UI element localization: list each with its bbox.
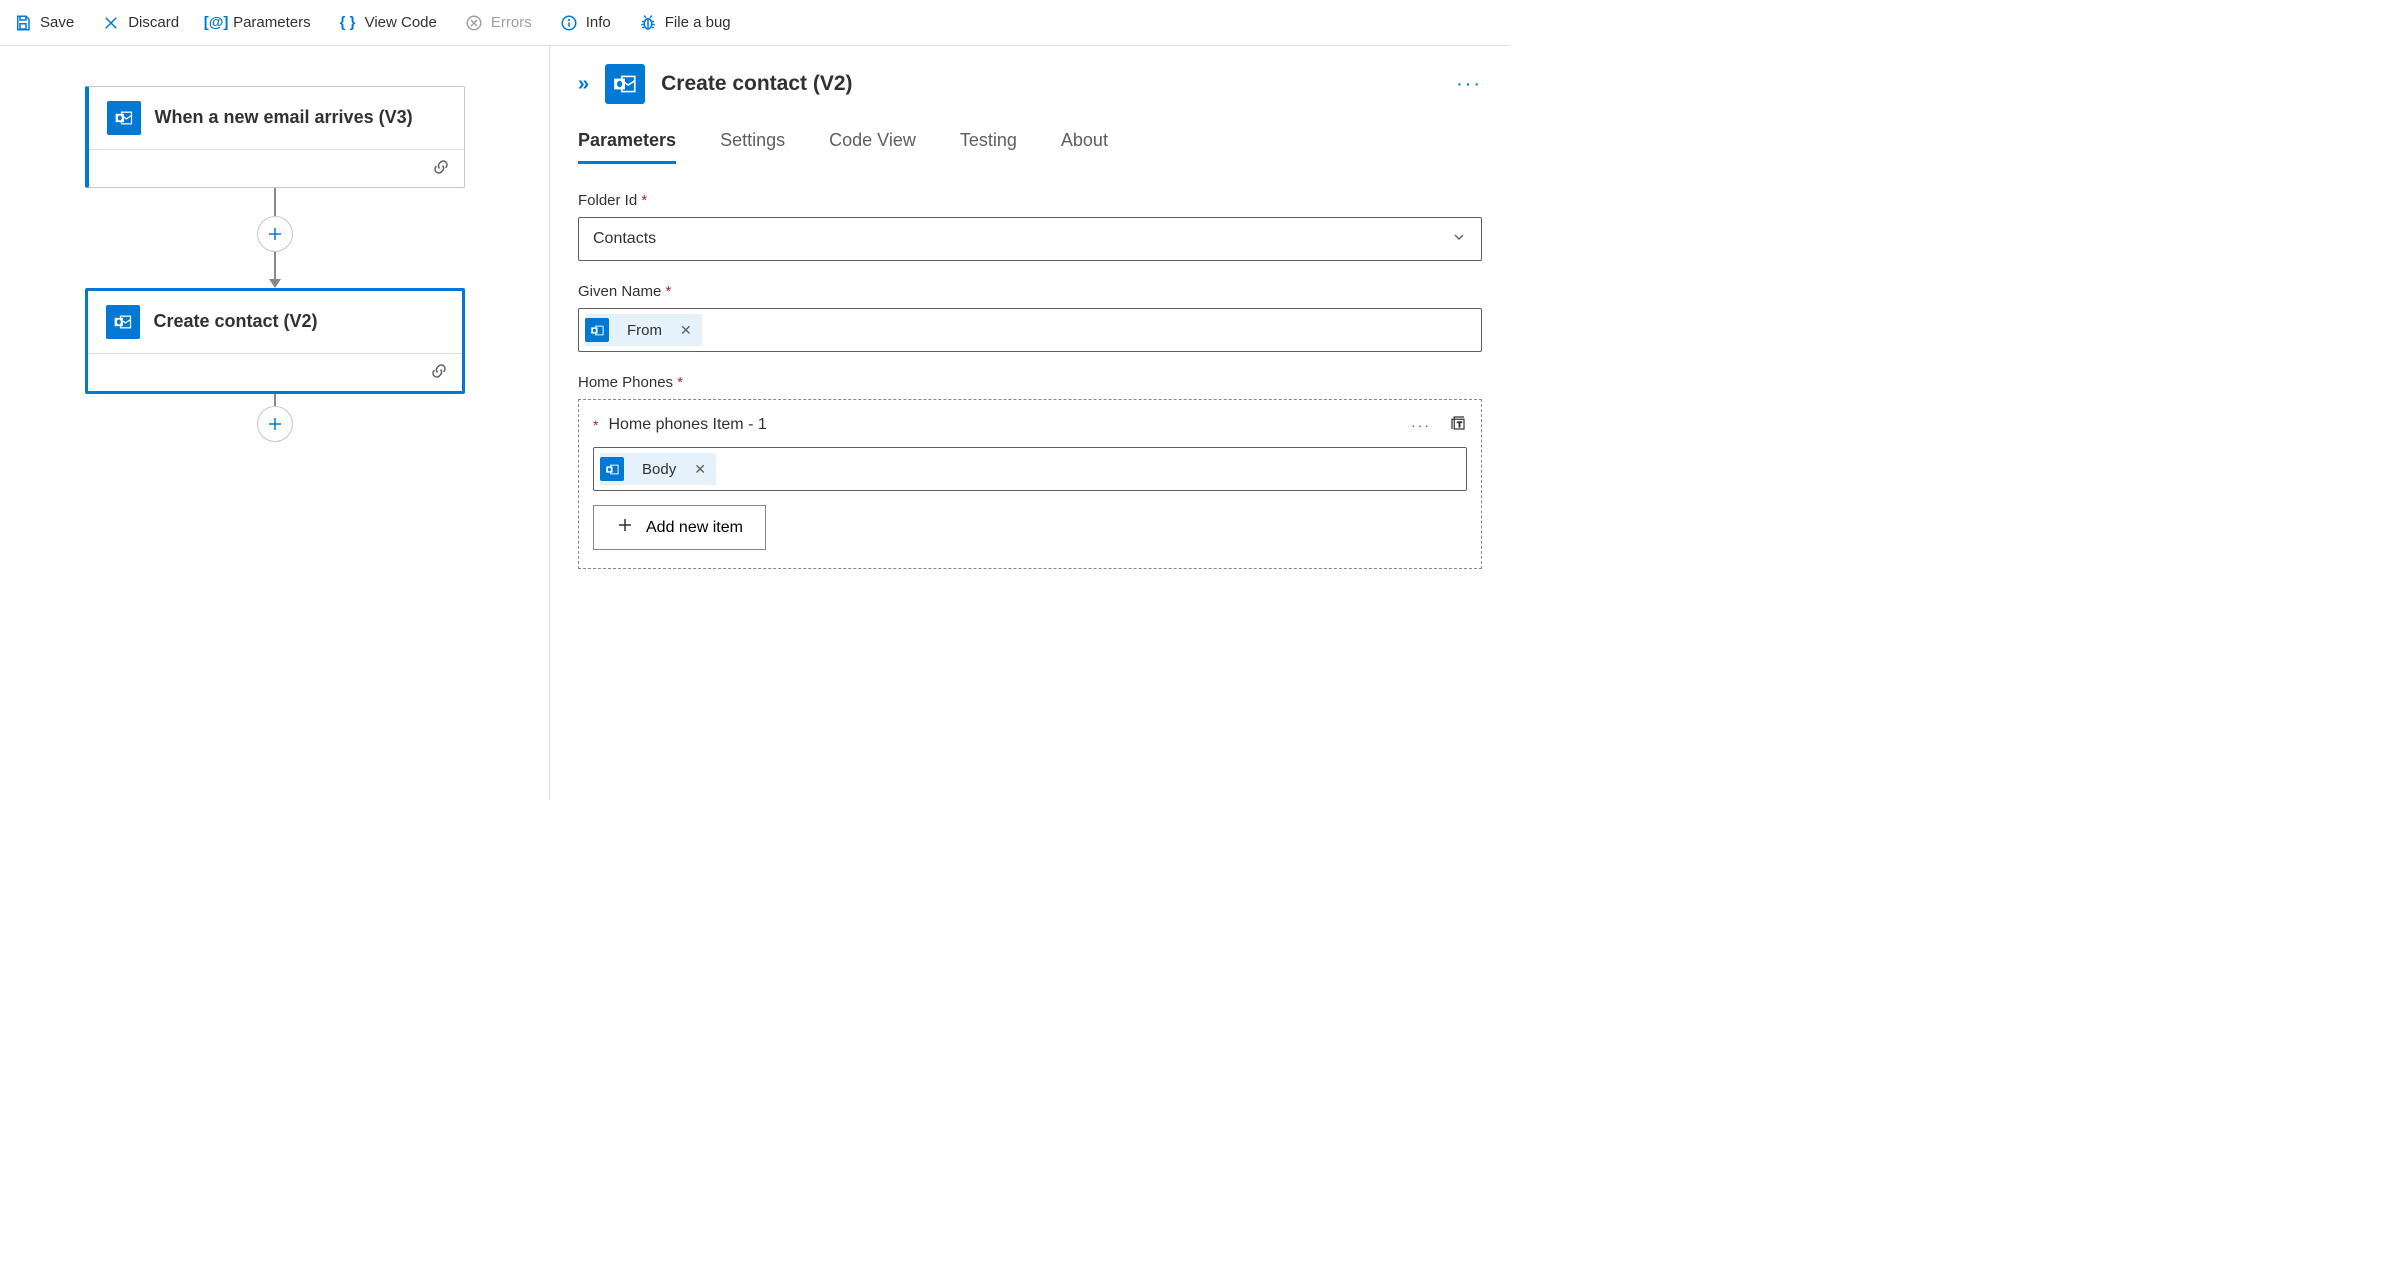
tab-about[interactable]: About (1061, 130, 1108, 164)
panel-header: » Create contact (V2) ··· (578, 64, 1482, 104)
flow-canvas: When a new email arrives (V3) Cr (0, 46, 550, 800)
home-phones-item-label: Home phones Item - 1 (608, 416, 766, 434)
link-icon (430, 362, 448, 383)
parameters-button[interactable]: [@] Parameters (207, 14, 311, 32)
plus-icon (616, 516, 634, 539)
home-phones-field: Home Phones * * Home phones Item - 1 ···… (578, 374, 1482, 569)
flow-connector-1 (257, 188, 293, 288)
parameters-label: Parameters (233, 14, 311, 31)
home-phones-item-token[interactable]: Body ✕ (600, 453, 716, 485)
trigger-title: When a new email arrives (V3) (155, 106, 413, 129)
outlook-icon (600, 457, 624, 481)
errors-button: Errors (465, 14, 532, 32)
main-area: When a new email arrives (V3) Cr (0, 46, 1510, 800)
tab-settings[interactable]: Settings (720, 130, 785, 164)
tab-parameters[interactable]: Parameters (578, 130, 676, 164)
file-bug-label: File a bug (665, 14, 731, 31)
file-bug-button[interactable]: File a bug (639, 14, 731, 32)
folder-id-label: Folder Id * (578, 192, 1482, 209)
action-footer (88, 354, 462, 391)
add-step-button-1[interactable] (257, 216, 293, 252)
tab-code-view[interactable]: Code View (829, 130, 916, 164)
add-new-item-label: Add new item (646, 519, 743, 537)
token-label: From (619, 322, 670, 339)
action-title: Create contact (V2) (154, 310, 318, 333)
panel-more-button[interactable]: ··· (1456, 73, 1482, 96)
action-card[interactable]: Create contact (V2) (85, 288, 465, 394)
bug-icon (639, 14, 657, 32)
toolbar: Save Discard [@] Parameters { } View Cod… (0, 0, 1510, 46)
trigger-header: When a new email arrives (V3) (89, 87, 464, 150)
panel-tabs: Parameters Settings Code View Testing Ab… (578, 130, 1482, 164)
collapse-panel-icon[interactable]: » (578, 73, 589, 96)
svg-text:T: T (1457, 420, 1462, 429)
given-name-label: Given Name * (578, 283, 1482, 300)
tab-testing[interactable]: Testing (960, 130, 1017, 164)
discard-button[interactable]: Discard (102, 14, 179, 32)
folder-id-field: Folder Id * Contacts (578, 192, 1482, 261)
save-label: Save (40, 14, 74, 31)
add-new-item-button[interactable]: Add new item (593, 505, 766, 550)
token-label: Body (634, 461, 684, 478)
info-button[interactable]: Info (560, 14, 611, 32)
errors-icon (465, 14, 483, 32)
given-name-token[interactable]: From ✕ (585, 314, 702, 346)
trigger-card[interactable]: When a new email arrives (V3) (85, 86, 465, 188)
view-code-label: View Code (365, 14, 437, 31)
discard-icon (102, 14, 120, 32)
braces-icon: { } (339, 14, 357, 32)
token-remove-icon[interactable]: ✕ (680, 322, 702, 339)
switch-mode-icon[interactable]: T (1449, 414, 1467, 435)
item-more-button[interactable]: ··· (1411, 417, 1431, 433)
info-label: Info (586, 14, 611, 31)
home-phones-array: * Home phones Item - 1 ··· T Body (578, 399, 1482, 569)
folder-id-select[interactable]: Contacts (578, 217, 1482, 261)
home-phones-label: Home Phones * (578, 374, 1482, 391)
discard-label: Discard (128, 14, 179, 31)
add-step-button-2[interactable] (257, 406, 293, 442)
errors-label: Errors (491, 14, 532, 31)
token-remove-icon[interactable]: ✕ (694, 461, 716, 478)
parameters-icon: [@] (207, 14, 225, 32)
flow-connector-2 (257, 394, 293, 442)
outlook-icon (107, 101, 141, 135)
home-phones-item-input[interactable]: Body ✕ (593, 447, 1467, 491)
trigger-footer (89, 150, 464, 187)
view-code-button[interactable]: { } View Code (339, 14, 437, 32)
outlook-icon (585, 318, 609, 342)
outlook-icon (106, 305, 140, 339)
outlook-icon (605, 64, 645, 104)
given-name-field: Given Name * From ✕ (578, 283, 1482, 352)
home-phones-item-header: * Home phones Item - 1 ··· T (593, 414, 1467, 435)
save-button[interactable]: Save (14, 14, 74, 32)
info-icon (560, 14, 578, 32)
action-header: Create contact (V2) (88, 291, 462, 354)
save-icon (14, 14, 32, 32)
folder-id-value: Contacts (593, 230, 656, 248)
link-icon (432, 158, 450, 179)
chevron-down-icon (1451, 229, 1467, 250)
properties-panel: » Create contact (V2) ··· Parameters Set… (550, 46, 1510, 800)
panel-title: Create contact (V2) (661, 72, 852, 96)
given-name-input[interactable]: From ✕ (578, 308, 1482, 352)
